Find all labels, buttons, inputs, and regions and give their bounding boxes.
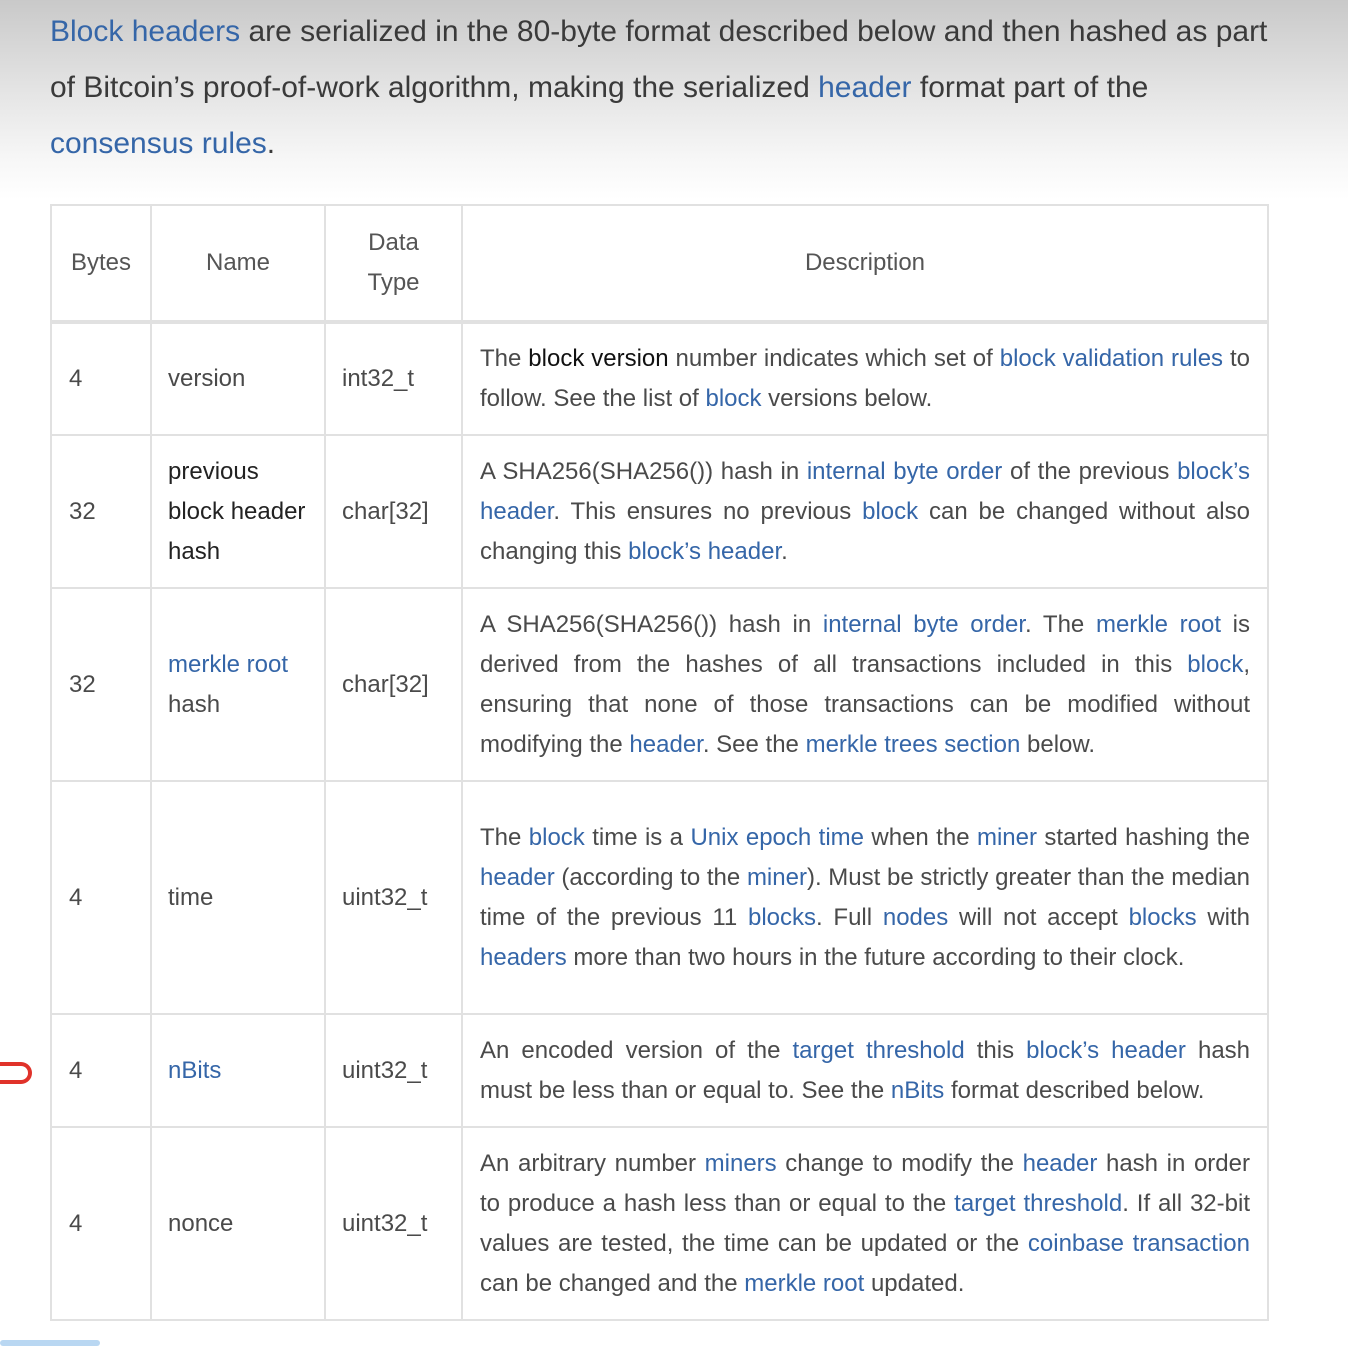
link-block[interactable]: block [529, 824, 585, 851]
cell-description: A SHA256(SHA256()) hash in internal byte… [461, 587, 1269, 782]
cell-name: merkle root hash [150, 587, 326, 782]
cell-name: time [150, 780, 326, 1015]
link-header[interactable]: header [818, 71, 911, 104]
intro-text: . [266, 127, 276, 160]
col-header-description: Description [461, 204, 1269, 323]
link-nbits[interactable]: nBits [891, 1077, 944, 1104]
link-coinbase-transaction[interactable]: coinbase transaction [1028, 1230, 1250, 1257]
table-row: 4 version int32_t The block version numb… [50, 321, 1269, 436]
link-blocks-header[interactable]: block’s header [628, 538, 781, 565]
link-unix-epoch-time[interactable]: Unix epoch time [690, 824, 864, 851]
link-internal-byte-order[interactable]: internal byte order [807, 458, 1002, 485]
cell-type: uint32_t [324, 1013, 463, 1128]
link-target-threshold[interactable]: target threshold [954, 1190, 1122, 1217]
cell-type: int32_t [324, 321, 463, 436]
cell-description: A SHA256(SHA256()) hash in internal byte… [461, 434, 1269, 589]
link-block-headers[interactable]: Block headers [50, 15, 240, 48]
link-header[interactable]: header [1023, 1150, 1098, 1177]
link-blocks[interactable]: blocks [1129, 904, 1197, 931]
link-merkle-root[interactable]: merkle root [168, 651, 288, 678]
cell-type: uint32_t [324, 780, 463, 1015]
selection-highlight [0, 1340, 100, 1346]
link-blocks[interactable]: blocks [748, 904, 816, 931]
link-internal-byte-order[interactable]: internal byte order [823, 611, 1025, 638]
intro-paragraph: Block headers are serialized in the 80-b… [50, 4, 1280, 172]
link-header[interactable]: header [629, 731, 702, 758]
cell-type: char[32] [324, 434, 463, 589]
cell-type: uint32_t [324, 1126, 463, 1321]
cell-bytes: 4 [50, 1126, 152, 1321]
cell-name: nonce [150, 1126, 326, 1321]
cell-description: The block time is a Unix epoch time when… [461, 780, 1269, 1015]
cell-name: nBits [150, 1013, 326, 1128]
cell-bytes: 4 [50, 1013, 152, 1128]
table-row: 4 nonce uint32_t An arbitrary number min… [50, 1126, 1269, 1321]
link-blocks-header[interactable]: block’s header [1026, 1037, 1186, 1064]
link-block[interactable]: block [862, 498, 918, 525]
link-header[interactable]: header [480, 864, 555, 891]
table-row: 32 previous block header hash char[32] A… [50, 434, 1269, 589]
col-header-bytes: Bytes [50, 204, 152, 323]
link-miner[interactable]: miner [747, 864, 807, 891]
link-nodes[interactable]: nodes [883, 904, 948, 931]
cell-bytes: 32 [50, 587, 152, 782]
link-miner[interactable]: miner [977, 824, 1037, 851]
cell-name: version [150, 321, 326, 436]
cell-description: An encoded version of the target thresho… [461, 1013, 1269, 1128]
link-headers[interactable]: headers [480, 944, 567, 971]
cell-type: char[32] [324, 587, 463, 782]
table-row: 32 merkle root hash char[32] A SHA256(SH… [50, 587, 1269, 782]
link-block-validation-rules[interactable]: block validation rules [1000, 345, 1223, 372]
cell-name: previous block header hash [150, 434, 326, 589]
block-header-table: Bytes Name Data Type Description 4 versi… [50, 204, 1269, 1321]
intro-text: format part of the [911, 71, 1149, 104]
table-row: 4 nBits uint32_t An encoded version of t… [50, 1013, 1269, 1128]
link-block[interactable]: block [1187, 651, 1243, 678]
link-block[interactable]: block [705, 385, 761, 412]
table-header-row: Bytes Name Data Type Description [50, 204, 1269, 323]
cell-bytes: 32 [50, 434, 152, 589]
link-target-threshold[interactable]: target threshold [793, 1037, 965, 1064]
cell-bytes: 4 [50, 321, 152, 436]
link-consensus-rules[interactable]: consensus rules [50, 127, 267, 160]
table-row: 4 time uint32_t The block time is a Unix… [50, 780, 1269, 1015]
link-merkle-trees-section[interactable]: merkle trees section [806, 731, 1021, 758]
col-header-data-type: Data Type [324, 204, 463, 323]
link-nbits[interactable]: nBits [168, 1057, 221, 1084]
link-miners[interactable]: miners [705, 1150, 777, 1177]
annotation-mark [0, 1062, 32, 1084]
link-merkle-root[interactable]: merkle root [744, 1270, 864, 1297]
cell-description: The block version number indicates which… [461, 321, 1269, 436]
cell-description: An arbitrary number miners change to mod… [461, 1126, 1269, 1321]
cell-bytes: 4 [50, 780, 152, 1015]
link-merkle-root[interactable]: merkle root [1096, 611, 1221, 638]
col-header-name: Name [150, 204, 326, 323]
